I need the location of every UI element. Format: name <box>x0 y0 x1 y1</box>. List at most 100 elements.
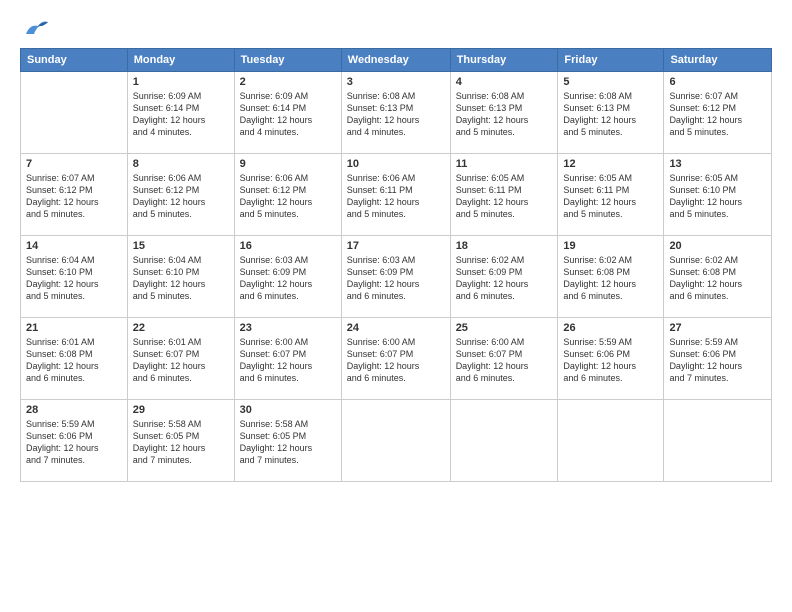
week-row-1: 1 Sunrise: 6:09 AMSunset: 6:14 PMDaylight… <box>21 72 772 154</box>
calendar-cell: 17Sunrise: 6:03 AMSunset: 6:09 PMDayligh… <box>341 236 450 318</box>
week-row-5: 28Sunrise: 5:59 AMSunset: 6:06 PMDayligh… <box>21 400 772 482</box>
cell-info: Sunrise: 6:06 AMSunset: 6:11 PMDaylight:… <box>347 172 445 221</box>
calendar-header-sunday: Sunday <box>21 49 128 72</box>
calendar-cell: 22 Sunrise: 6:01 AMSunset: 6:07 PMDayligh… <box>127 318 234 400</box>
day-number: 25 <box>456 322 553 334</box>
calendar-cell: 5 Sunrise: 6:08 AMSunset: 6:13 PMDaylight… <box>558 72 664 154</box>
week-row-2: 7 Sunrise: 6:07 AMSunset: 6:12 PMDaylight… <box>21 154 772 236</box>
calendar-cell: 21 Sunrise: 6:01 AMSunset: 6:08 PMDayligh… <box>21 318 128 400</box>
cell-info: Sunrise: 5:59 AMSunset: 6:06 PMDaylight:… <box>563 336 658 385</box>
calendar-cell: 23 Sunrise: 6:00 AMSunset: 6:07 PMDayligh… <box>234 318 341 400</box>
cell-info: Sunrise: 6:06 AMSunset: 6:12 PMDaylight:… <box>133 172 229 221</box>
logo <box>20 16 50 38</box>
day-number: 11 <box>456 158 553 170</box>
calendar-cell: 20 Sunrise: 6:02 AMSunset: 6:08 PMDayligh… <box>664 236 772 318</box>
cell-info: Sunrise: 6:02 AMSunset: 6:08 PMDaylight:… <box>669 254 766 303</box>
calendar-cell: 14 Sunrise: 6:04 AMSunset: 6:10 PMDayligh… <box>21 236 128 318</box>
day-number: 30 <box>240 404 336 416</box>
day-number: 14 <box>26 240 122 252</box>
logo-bird-icon <box>22 16 50 38</box>
calendar-cell: 6Sunrise: 6:07 AMSunset: 6:12 PMDaylight… <box>664 72 772 154</box>
day-number: 29 <box>133 404 229 416</box>
day-number: 22 <box>133 322 229 334</box>
day-number: 19 <box>563 240 658 252</box>
calendar-cell: 13 Sunrise: 6:05 AMSunset: 6:10 PMDayligh… <box>664 154 772 236</box>
cell-info: Sunrise: 6:08 AMSunset: 6:13 PMDaylight:… <box>347 90 445 139</box>
calendar-cell <box>558 400 664 482</box>
calendar-cell <box>664 400 772 482</box>
cell-info: Sunrise: 6:08 AMSunset: 6:13 PMDaylight:… <box>563 90 658 139</box>
day-number: 20 <box>669 240 766 252</box>
calendar-cell: 26 Sunrise: 5:59 AMSunset: 6:06 PMDayligh… <box>558 318 664 400</box>
day-number: 18 <box>456 240 553 252</box>
calendar-cell: 16 Sunrise: 6:03 AMSunset: 6:09 PMDayligh… <box>234 236 341 318</box>
calendar-cell: 10 Sunrise: 6:06 AMSunset: 6:11 PMDayligh… <box>341 154 450 236</box>
cell-info: Sunrise: 6:03 AMSunset: 6:09 PMDaylight:… <box>347 254 445 303</box>
cell-info: Sunrise: 6:09 AMSunset: 6:14 PMDaylight:… <box>240 90 336 139</box>
calendar-cell: 1 Sunrise: 6:09 AMSunset: 6:14 PMDaylight… <box>127 72 234 154</box>
calendar-cell: 19 Sunrise: 6:02 AMSunset: 6:08 PMDayligh… <box>558 236 664 318</box>
calendar-body: 1 Sunrise: 6:09 AMSunset: 6:14 PMDaylight… <box>21 72 772 482</box>
cell-info: Sunrise: 6:08 AMSunset: 6:13 PMDaylight:… <box>456 90 553 139</box>
cell-info: Sunrise: 6:06 AMSunset: 6:12 PMDaylight:… <box>240 172 336 221</box>
day-number: 26 <box>563 322 658 334</box>
day-number: 12 <box>563 158 658 170</box>
cell-info: Sunrise: 5:58 AMSunset: 6:05 PMDaylight:… <box>240 418 336 467</box>
day-number: 16 <box>240 240 336 252</box>
calendar-header-tuesday: Tuesday <box>234 49 341 72</box>
day-number: 3 <box>347 76 445 88</box>
cell-info: Sunrise: 6:05 AMSunset: 6:11 PMDaylight:… <box>456 172 553 221</box>
calendar-cell: 28Sunrise: 5:59 AMSunset: 6:06 PMDayligh… <box>21 400 128 482</box>
day-number: 4 <box>456 76 553 88</box>
day-number: 6 <box>669 76 766 88</box>
week-row-4: 21 Sunrise: 6:01 AMSunset: 6:08 PMDayligh… <box>21 318 772 400</box>
calendar-page: SundayMondayTuesdayWednesdayThursdayFrid… <box>0 0 792 612</box>
calendar-cell: 8 Sunrise: 6:06 AMSunset: 6:12 PMDaylight… <box>127 154 234 236</box>
cell-info: Sunrise: 5:58 AMSunset: 6:05 PMDaylight:… <box>133 418 229 467</box>
cell-info: Sunrise: 5:59 AMSunset: 6:06 PMDaylight:… <box>669 336 766 385</box>
day-number: 1 <box>133 76 229 88</box>
cell-info: Sunrise: 6:00 AMSunset: 6:07 PMDaylight:… <box>240 336 336 385</box>
calendar-cell: 29 Sunrise: 5:58 AMSunset: 6:05 PMDayligh… <box>127 400 234 482</box>
cell-info: Sunrise: 6:09 AMSunset: 6:14 PMDaylight:… <box>133 90 229 139</box>
day-number: 15 <box>133 240 229 252</box>
day-number: 23 <box>240 322 336 334</box>
calendar-header-thursday: Thursday <box>450 49 558 72</box>
day-number: 21 <box>26 322 122 334</box>
day-number: 13 <box>669 158 766 170</box>
day-number: 8 <box>133 158 229 170</box>
cell-info: Sunrise: 6:04 AMSunset: 6:10 PMDaylight:… <box>26 254 122 303</box>
calendar-cell <box>450 400 558 482</box>
cell-info: Sunrise: 6:05 AMSunset: 6:10 PMDaylight:… <box>669 172 766 221</box>
cell-info: Sunrise: 5:59 AMSunset: 6:06 PMDaylight:… <box>26 418 122 467</box>
calendar-cell: 30 Sunrise: 5:58 AMSunset: 6:05 PMDayligh… <box>234 400 341 482</box>
calendar-cell <box>341 400 450 482</box>
day-number: 27 <box>669 322 766 334</box>
day-number: 5 <box>563 76 658 88</box>
day-number: 2 <box>240 76 336 88</box>
cell-info: Sunrise: 6:01 AMSunset: 6:08 PMDaylight:… <box>26 336 122 385</box>
day-number: 7 <box>26 158 122 170</box>
day-number: 10 <box>347 158 445 170</box>
calendar-cell: 2 Sunrise: 6:09 AMSunset: 6:14 PMDaylight… <box>234 72 341 154</box>
calendar-table: SundayMondayTuesdayWednesdayThursdayFrid… <box>20 48 772 482</box>
calendar-cell: 9 Sunrise: 6:06 AMSunset: 6:12 PMDaylight… <box>234 154 341 236</box>
day-number: 9 <box>240 158 336 170</box>
cell-info: Sunrise: 6:01 AMSunset: 6:07 PMDaylight:… <box>133 336 229 385</box>
calendar-header-row: SundayMondayTuesdayWednesdayThursdayFrid… <box>21 49 772 72</box>
cell-info: Sunrise: 6:07 AMSunset: 6:12 PMDaylight:… <box>26 172 122 221</box>
calendar-header-friday: Friday <box>558 49 664 72</box>
calendar-cell: 25 Sunrise: 6:00 AMSunset: 6:07 PMDayligh… <box>450 318 558 400</box>
calendar-cell: 11 Sunrise: 6:05 AMSunset: 6:11 PMDayligh… <box>450 154 558 236</box>
calendar-cell: 12 Sunrise: 6:05 AMSunset: 6:11 PMDayligh… <box>558 154 664 236</box>
cell-info: Sunrise: 6:05 AMSunset: 6:11 PMDaylight:… <box>563 172 658 221</box>
header <box>20 16 772 38</box>
calendar-cell: 15 Sunrise: 6:04 AMSunset: 6:10 PMDayligh… <box>127 236 234 318</box>
calendar-cell: 24Sunrise: 6:00 AMSunset: 6:07 PMDayligh… <box>341 318 450 400</box>
cell-info: Sunrise: 6:04 AMSunset: 6:10 PMDaylight:… <box>133 254 229 303</box>
cell-info: Sunrise: 6:03 AMSunset: 6:09 PMDaylight:… <box>240 254 336 303</box>
cell-info: Sunrise: 6:00 AMSunset: 6:07 PMDaylight:… <box>456 336 553 385</box>
cell-info: Sunrise: 6:02 AMSunset: 6:08 PMDaylight:… <box>563 254 658 303</box>
calendar-cell <box>21 72 128 154</box>
calendar-cell: 18Sunrise: 6:02 AMSunset: 6:09 PMDayligh… <box>450 236 558 318</box>
